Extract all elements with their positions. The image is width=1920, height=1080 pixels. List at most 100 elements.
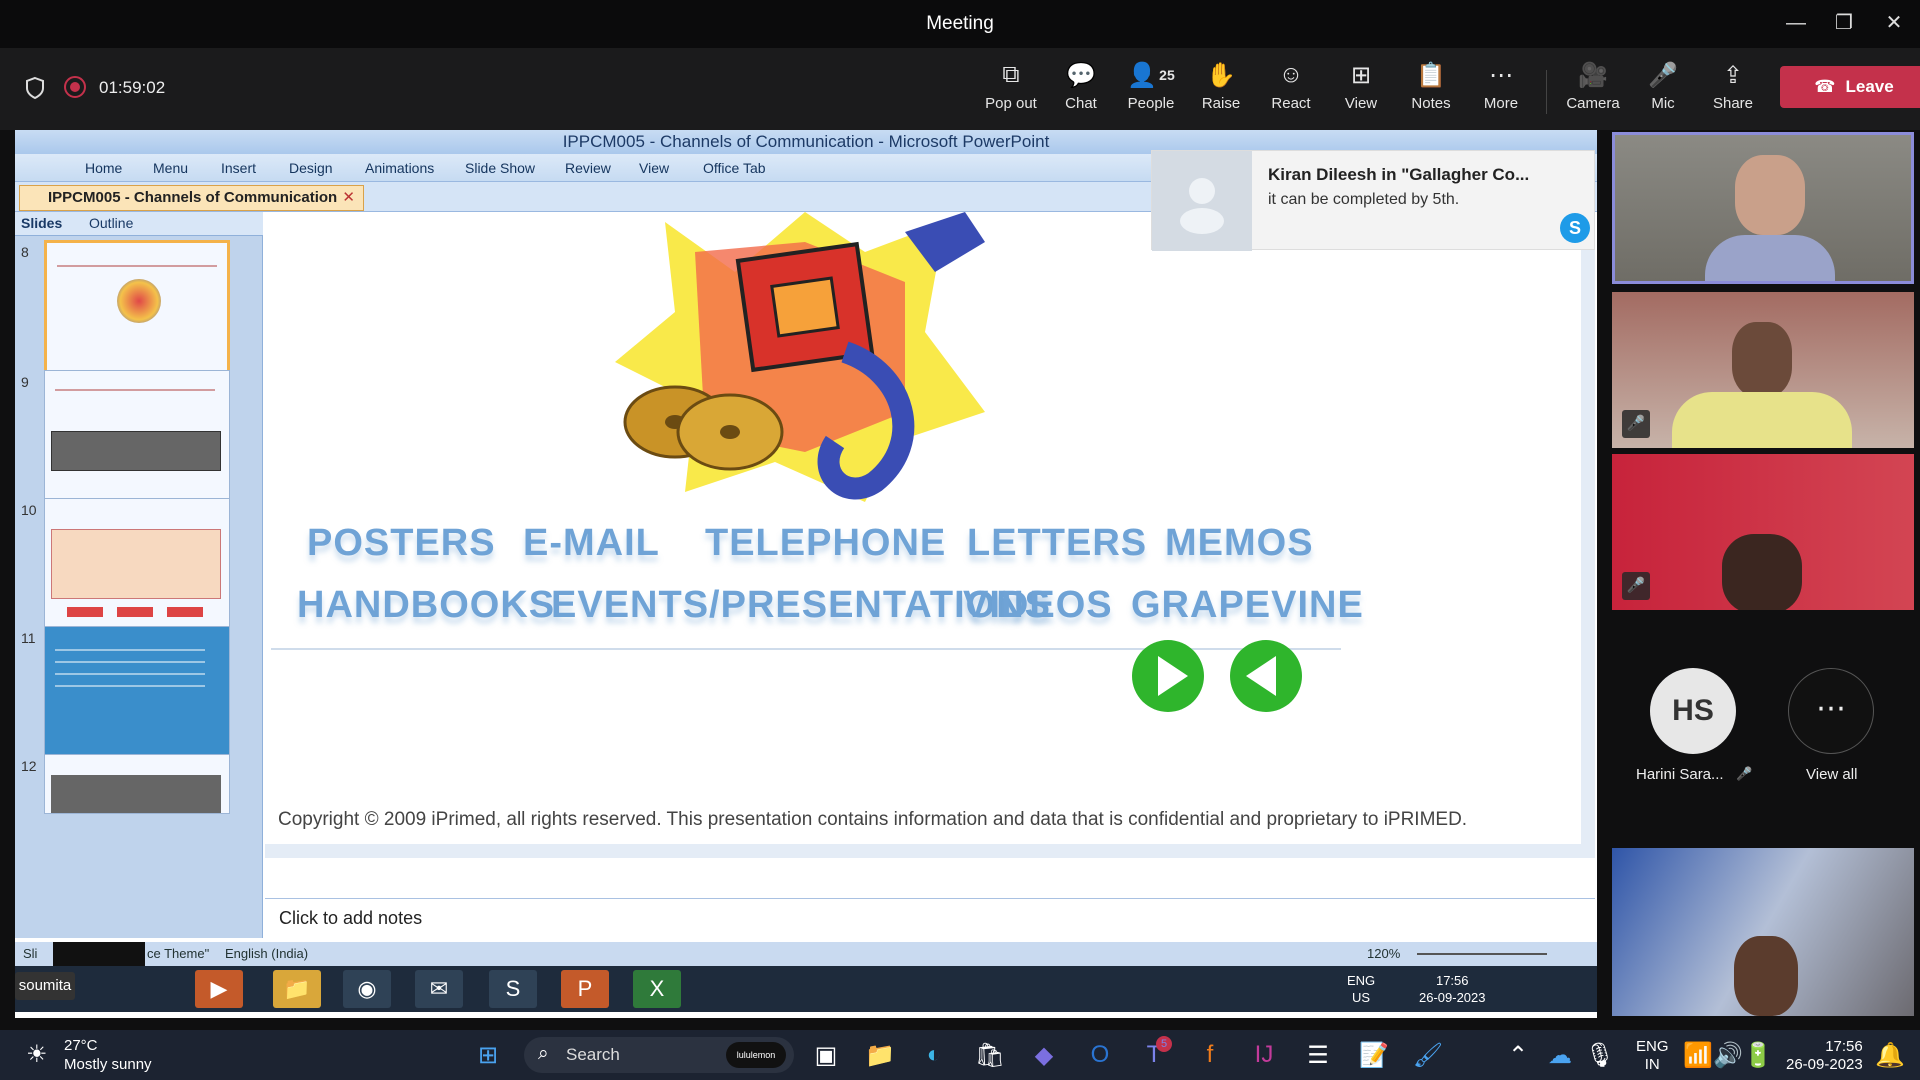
video-tile-participant-2[interactable]: 🎤	[1612, 292, 1914, 448]
notes-button[interactable]: 📋 Notes	[1396, 58, 1466, 124]
title-bar: Meeting — ❐ ✕	[0, 0, 1920, 48]
notepad-icon[interactable]: 📝	[1356, 1038, 1392, 1072]
mic-muted-tray-icon[interactable]: 🎙	[1582, 1038, 1618, 1072]
paint-icon[interactable]: 🖌	[1410, 1038, 1446, 1072]
edge-icon[interactable]: ◐	[916, 1038, 952, 1072]
document-tab[interactable]: IPPCM005 - Channels of Communication ✕	[19, 185, 364, 211]
ppt-status-bar: Sli ce Theme" English (India) 120%	[15, 942, 1597, 966]
ribbon-tab-menu[interactable]: Menu	[153, 160, 188, 176]
react-label: React	[1271, 95, 1311, 112]
inner-region: US	[1352, 990, 1371, 1005]
search-label: Search	[566, 1045, 620, 1064]
language-code: ENG	[1636, 1038, 1669, 1055]
share-button[interactable]: ⇪ Share	[1698, 58, 1768, 124]
show-hidden-icons-icon[interactable]: ⌃	[1500, 1038, 1536, 1072]
weather-desc: Mostly sunny	[64, 1056, 152, 1073]
inner-language: ENG US	[1347, 972, 1375, 1006]
folder-icon: 📁	[273, 970, 321, 1008]
view-all-icon[interactable]: ⋯	[1788, 668, 1874, 754]
input-language[interactable]: ENG IN	[1636, 1038, 1669, 1074]
more-button[interactable]: ⋯ More	[1466, 58, 1536, 124]
tab-outline[interactable]: Outline	[89, 215, 133, 231]
notification-icon[interactable]: 🔔	[1872, 1038, 1908, 1072]
video-tile-participant-3[interactable]: 🎤	[1612, 454, 1914, 610]
react-button[interactable]: ☺ React	[1256, 58, 1326, 124]
intellij-icon[interactable]: IJ	[1246, 1038, 1282, 1072]
pop-out-button[interactable]: ⧉ Pop out	[976, 58, 1046, 124]
horizontal-scrollbar[interactable]	[265, 844, 1595, 858]
contact-avatar-icon	[1152, 151, 1252, 251]
slide-canvas[interactable]: POSTERS E-MAIL TELEPHONE LETTERS MEMOS H…	[265, 212, 1595, 892]
status-theme: ce Theme"	[147, 946, 210, 961]
media-player-icon: ▶	[195, 970, 243, 1008]
close-icon[interactable]: ✕	[1874, 8, 1914, 38]
notes-icon: 📋	[1416, 61, 1446, 89]
slide-number: 9	[21, 374, 29, 390]
zoom-level: 120%	[1367, 946, 1401, 961]
camera-button[interactable]: 🎥 Camera	[1558, 58, 1628, 124]
battery-icon[interactable]: 🔋	[1740, 1038, 1776, 1072]
mic-button[interactable]: 🎤 Mic	[1628, 58, 1698, 124]
shield-icon[interactable]	[24, 76, 46, 100]
slide-thumbnail[interactable]	[44, 754, 230, 814]
avatar[interactable]: HS	[1650, 668, 1736, 754]
teams-icon[interactable]: T5	[1136, 1036, 1172, 1072]
ribbon-tab-home[interactable]: Home	[85, 160, 122, 176]
slide-thumbnail[interactable]	[44, 626, 230, 768]
slide-number: 8	[21, 244, 29, 260]
tab-slides[interactable]: Slides	[21, 215, 62, 231]
onedrive-icon[interactable]: ☁	[1542, 1038, 1578, 1072]
status-language: English (India)	[225, 946, 309, 961]
ribbon-tab-insert[interactable]: Insert	[221, 160, 256, 176]
weather-widget[interactable]: 27°C Mostly sunny	[64, 1036, 152, 1074]
ribbon-tab-animations[interactable]: Animations	[365, 160, 434, 176]
task-view-icon[interactable]: ▣	[808, 1038, 844, 1072]
pop-out-icon: ⧉	[1002, 61, 1020, 88]
copilot-icon[interactable]: ◆	[1026, 1038, 1062, 1072]
restore-icon[interactable]: ❐	[1824, 8, 1864, 38]
app-icon[interactable]: ☰	[1300, 1038, 1336, 1072]
previous-slide-icon[interactable]	[1228, 638, 1304, 714]
people-button[interactable]: 👤 25 People	[1116, 58, 1186, 124]
skype-notification[interactable]: Kiran Dileesh in "Gallagher Co... it can…	[1151, 150, 1595, 251]
inner-clock: 17:56 26-09-2023	[1419, 972, 1486, 1006]
ribbon-tab-design[interactable]: Design	[289, 160, 333, 176]
video-tile-self[interactable]	[1612, 848, 1914, 1016]
ribbon-tab-view[interactable]: View	[639, 160, 669, 176]
file-explorer-icon[interactable]: 📁	[862, 1038, 898, 1072]
raise-hand-button[interactable]: ✋ Raise	[1186, 58, 1256, 124]
chat-label: Chat	[1065, 95, 1097, 112]
react-icon: ☺	[1278, 61, 1304, 88]
windows-start-icon[interactable]: ⊞	[470, 1038, 506, 1072]
search-icon: ⌕	[538, 1043, 549, 1064]
leave-button[interactable]: ☎ Leave	[1780, 66, 1920, 108]
notes-label: Notes	[1411, 95, 1451, 112]
people-icon: 👤 25	[1127, 61, 1175, 89]
outlook-icon[interactable]: O	[1082, 1038, 1118, 1072]
ribbon-tab-review[interactable]: Review	[565, 160, 611, 176]
close-tab-icon[interactable]: ✕	[342, 186, 355, 210]
chat-button[interactable]: 💬 Chat	[1046, 58, 1116, 124]
vertical-scrollbar[interactable]	[1581, 212, 1595, 844]
slide-thumbnail[interactable]	[44, 498, 230, 640]
slide-text-posters: POSTERS	[307, 522, 496, 564]
slide-thumbnail[interactable]	[44, 240, 230, 382]
search-box[interactable]: ⌕ Search lululemon	[524, 1037, 794, 1073]
zoom-slider[interactable]	[1417, 953, 1547, 955]
view-button[interactable]: ⊞ View	[1326, 58, 1396, 124]
ribbon-tab-slide-show[interactable]: Slide Show	[465, 160, 535, 176]
search-highlight-badge: lululemon	[726, 1042, 786, 1068]
mic-off-icon: 🎤	[1648, 61, 1678, 89]
ribbon-tab-office-tab[interactable]: Office Tab	[703, 160, 766, 176]
firefox-icon[interactable]: f	[1192, 1038, 1228, 1072]
slide-thumbnail[interactable]	[44, 370, 230, 512]
video-tile-presenter[interactable]	[1612, 132, 1914, 284]
store-icon[interactable]: 🛍	[972, 1038, 1008, 1072]
system-clock[interactable]: 17:56 26-09-2023	[1786, 1038, 1863, 1074]
view-all-button[interactable]: View all	[1806, 766, 1857, 783]
minimize-icon[interactable]: —	[1776, 8, 1816, 38]
notes-pane[interactable]: Click to add notes	[265, 898, 1595, 938]
next-slide-icon[interactable]	[1130, 638, 1206, 714]
slide-copyright: Copyright © 2009 iPrimed, all rights res…	[278, 809, 1468, 830]
presenter-name: soumita	[15, 972, 75, 1000]
